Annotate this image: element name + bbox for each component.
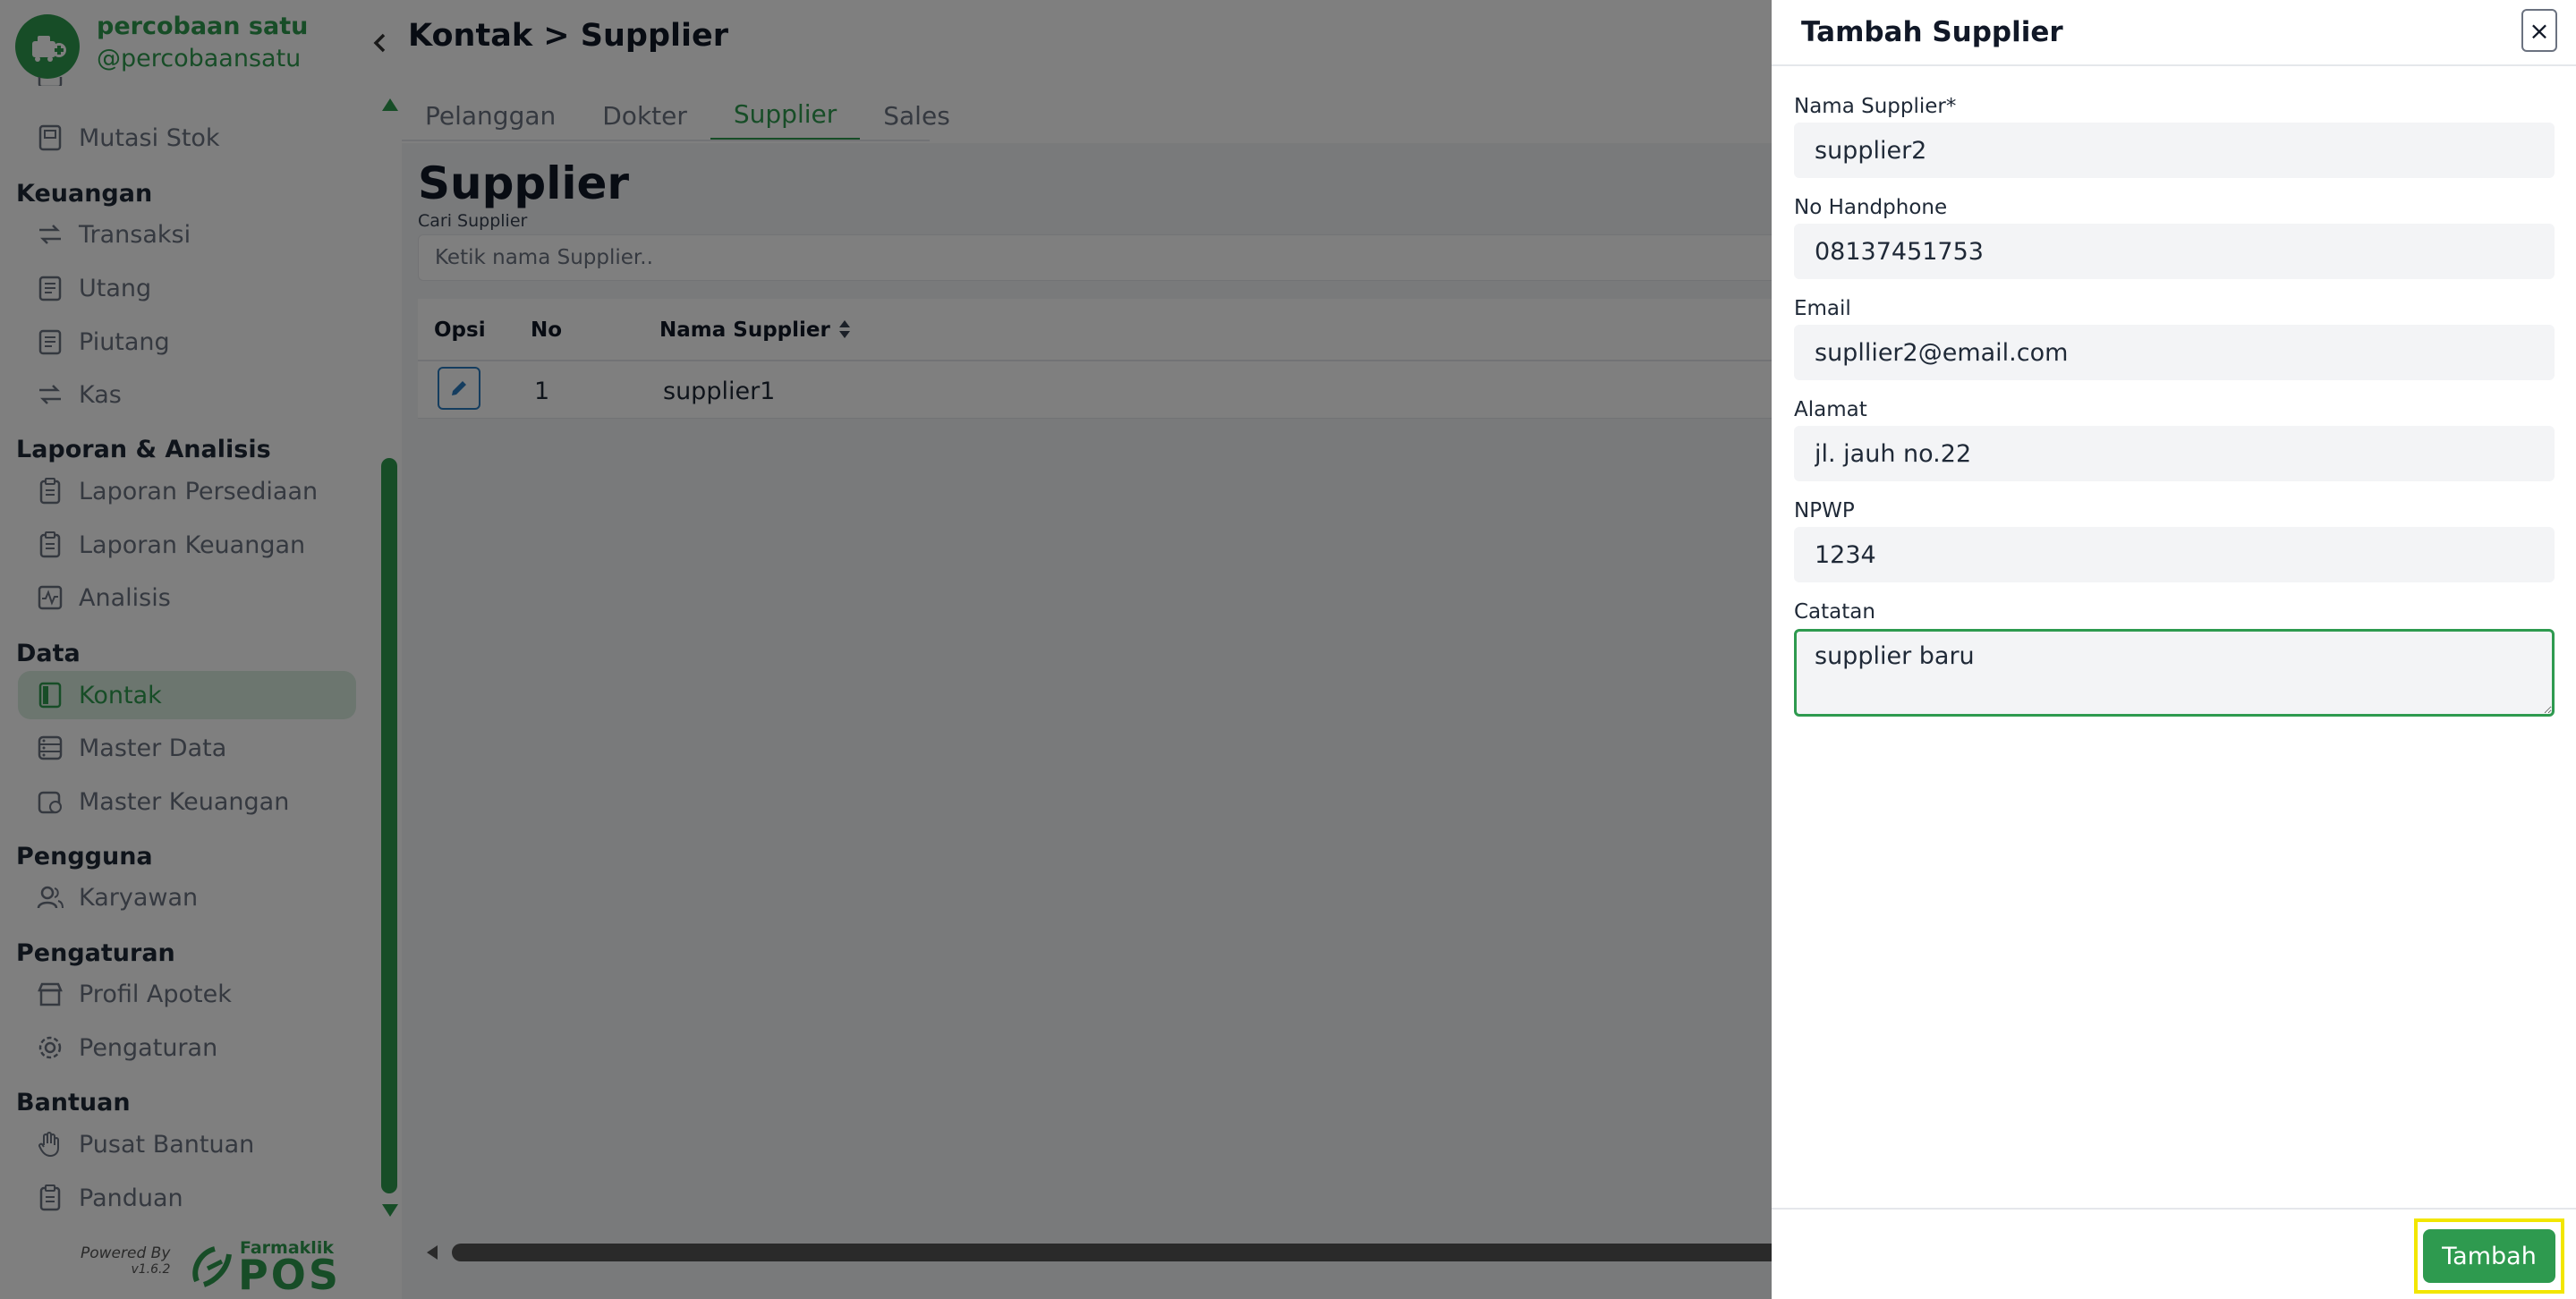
npwp-label: NPWP [1794,499,1855,522]
npwp-field[interactable] [1794,527,2555,582]
alamat-field[interactable] [1794,426,2555,481]
add-supplier-drawer: Tambah Supplier × Nama Supplier* No Hand… [1772,0,2576,1299]
alamat-label: Alamat [1794,398,1867,421]
nama-supplier-field[interactable] [1794,123,2555,178]
drawer-title: Tambah Supplier [1801,16,2063,48]
no-handphone-label: No Handphone [1794,196,1948,219]
no-handphone-field[interactable] [1794,224,2555,279]
nama-supplier-label: Nama Supplier* [1794,95,1957,118]
catatan-field[interactable]: supplier baru [1794,629,2555,717]
tambah-button[interactable]: Tambah [2423,1229,2555,1283]
close-button[interactable]: × [2521,9,2557,52]
email-label: Email [1794,297,1851,320]
catatan-label: Catatan [1794,600,1875,624]
drawer-header-divider [1772,64,2576,66]
close-icon: × [2529,15,2550,46]
email-field[interactable] [1794,325,2555,380]
drawer-footer-divider [1772,1208,2576,1210]
